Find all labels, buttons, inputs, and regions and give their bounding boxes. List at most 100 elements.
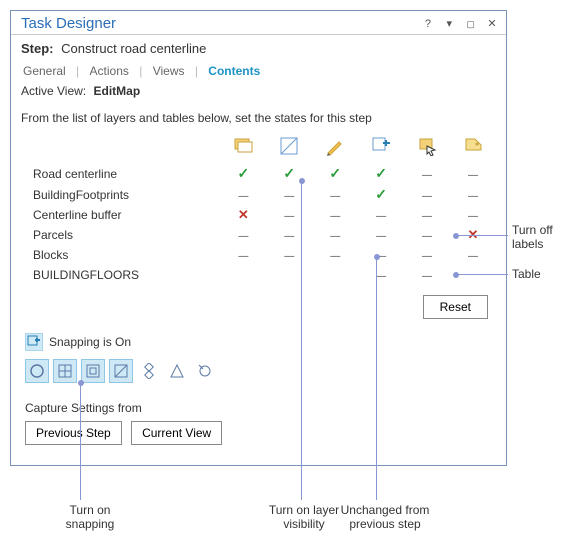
state-cell[interactable]: — <box>404 184 450 205</box>
midpoint-snap-icon[interactable] <box>165 359 189 383</box>
active-view-row: Active View: EditMap <box>11 81 506 101</box>
state-cell[interactable]: ✓ <box>358 184 404 205</box>
state-cell[interactable]: — <box>266 245 312 265</box>
state-cell[interactable]: — <box>404 205 450 225</box>
selectable-icon <box>417 136 437 156</box>
active-view-value: EditMap <box>93 84 140 98</box>
autohide-icon[interactable]: ▾ <box>441 16 457 32</box>
tangent-snap-icon[interactable] <box>193 359 217 383</box>
layer-name: Centerline buffer <box>29 205 220 225</box>
previous-step-button[interactable]: Previous Step <box>25 421 122 445</box>
help-icon[interactable]: ? <box>420 16 436 32</box>
step-label: Step: <box>21 41 54 56</box>
tab-contents[interactable]: Contents <box>206 64 262 78</box>
state-cell[interactable] <box>266 265 312 285</box>
labels-icon <box>463 136 483 156</box>
tab-general[interactable]: General <box>21 64 68 78</box>
callout-dot <box>453 272 459 278</box>
layer-name: Blocks <box>29 245 220 265</box>
state-cell[interactable]: — <box>404 265 450 285</box>
step-row: Step: Construct road centerline <box>11 35 506 62</box>
intersection-snap-icon[interactable] <box>53 359 77 383</box>
titlebar: Task Designer ? ▾ ▢ ✕ <box>11 11 506 35</box>
state-cell[interactable]: — <box>404 225 450 245</box>
state-cell[interactable]: ✕ <box>220 205 266 225</box>
vertex-snap-icon[interactable] <box>137 359 161 383</box>
callout-line <box>301 183 302 500</box>
state-cell[interactable]: — <box>450 245 496 265</box>
state-cell[interactable]: — <box>266 184 312 205</box>
state-cell[interactable]: — <box>220 245 266 265</box>
annot-turn-on-snapping: Turn onsnapping <box>50 503 130 532</box>
callout-line <box>458 235 508 236</box>
layer-name: BuildingFootprints <box>29 184 220 205</box>
state-cell[interactable]: — <box>450 205 496 225</box>
layer-name: BUILDINGFLOORS <box>29 265 220 285</box>
point-snap-icon[interactable] <box>25 359 49 383</box>
callout-line <box>376 259 377 500</box>
tab-actions[interactable]: Actions <box>88 64 131 78</box>
state-cell[interactable]: — <box>358 205 404 225</box>
state-cell[interactable] <box>312 265 358 285</box>
state-cell[interactable]: — <box>220 184 266 205</box>
endpoint-snap-icon[interactable] <box>81 359 105 383</box>
snapping-badge-icon <box>25 333 43 351</box>
capture-buttons: Previous Step Current View <box>11 419 506 453</box>
layer-name: Road centerline <box>29 163 220 184</box>
step-name: Construct road centerline <box>61 41 206 56</box>
layer-row: Blocks—————— <box>29 245 496 265</box>
editable-icon <box>325 136 345 156</box>
state-cell[interactable]: ✓ <box>358 163 404 184</box>
tabs: General | Actions | Views | Contents <box>11 62 506 81</box>
annot-unchanged: Unchanged fromprevious step <box>335 503 435 532</box>
task-designer-panel: Task Designer ? ▾ ▢ ✕ Step: Construct ro… <box>10 10 507 466</box>
current-view-button[interactable]: Current View <box>131 421 222 445</box>
layer-row: Centerline buffer✕————— <box>29 205 496 225</box>
state-cell[interactable]: ✓ <box>220 163 266 184</box>
window-title: Task Designer <box>21 15 418 32</box>
state-cell[interactable]: — <box>312 225 358 245</box>
tab-views[interactable]: Views <box>151 64 187 78</box>
visibility-icon <box>279 136 299 156</box>
snapping-toolbar <box>11 353 506 389</box>
edge-snap-icon[interactable] <box>109 359 133 383</box>
close-icon[interactable]: ✕ <box>484 16 500 32</box>
reset-button[interactable]: Reset <box>423 295 488 319</box>
instructions-text: From the list of layers and tables below… <box>11 101 506 129</box>
layer-row: BUILDINGFLOORS —— <box>29 265 496 285</box>
layer-row: BuildingFootprints———✓—— <box>29 184 496 205</box>
state-cell[interactable]: — <box>450 184 496 205</box>
snapping-status-label: Snapping is On <box>49 335 131 349</box>
callout-dot <box>299 178 305 184</box>
state-cell[interactable]: — <box>312 205 358 225</box>
state-cell[interactable] <box>220 265 266 285</box>
callout-dot <box>78 380 84 386</box>
snapping-status-row: Snapping is On <box>11 319 506 353</box>
state-cell[interactable]: — <box>404 245 450 265</box>
state-cell[interactable]: — <box>312 184 358 205</box>
state-cell[interactable]: — <box>358 265 404 285</box>
layer-row: Road centerline✓✓✓✓—— <box>29 163 496 184</box>
state-cell[interactable]: ✓ <box>312 163 358 184</box>
state-cell[interactable]: — <box>358 245 404 265</box>
snapping-icon <box>371 136 391 156</box>
state-cell[interactable]: — <box>266 205 312 225</box>
callout-dot <box>453 233 459 239</box>
state-cell[interactable]: — <box>312 245 358 265</box>
layer-name: Parcels <box>29 225 220 245</box>
callout-dot <box>374 254 380 260</box>
annot-turn-off-labels: Turn offlabels <box>512 223 553 252</box>
state-cell[interactable]: — <box>404 163 450 184</box>
state-cell[interactable]: — <box>266 225 312 245</box>
maximize-icon[interactable]: ▢ <box>463 16 479 32</box>
list-by-layer-icon <box>233 136 253 156</box>
state-cell[interactable]: ✓ <box>266 163 312 184</box>
callout-line <box>458 274 508 275</box>
annot-table: Table <box>512 267 541 281</box>
callout-line <box>80 385 81 500</box>
layer-row: Parcels—————✕ <box>29 225 496 245</box>
state-cell[interactable]: — <box>450 163 496 184</box>
state-cell[interactable]: — <box>358 225 404 245</box>
state-cell[interactable]: — <box>220 225 266 245</box>
active-view-label: Active View: <box>21 84 86 98</box>
